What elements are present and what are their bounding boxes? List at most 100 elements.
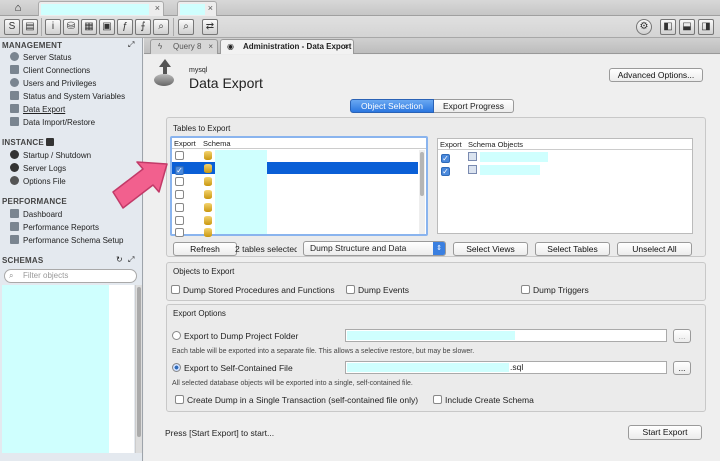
table-row[interactable] xyxy=(175,203,187,213)
sidebar-item-performance-schema-setup[interactable]: Performance Schema Setup xyxy=(10,235,124,247)
database-icon xyxy=(204,190,212,200)
export-checkbox[interactable]: ✓ xyxy=(175,166,184,175)
select-views-button[interactable]: Select Views xyxy=(453,242,528,256)
connection-tab-2[interactable]: × xyxy=(177,1,217,16)
table-row[interactable]: ✓ xyxy=(175,164,187,175)
sidebar-item-variables[interactable]: Status and System Variables xyxy=(10,91,125,103)
table-row[interactable] xyxy=(175,190,187,200)
close-icon[interactable]: × xyxy=(155,3,160,13)
tab-data-export[interactable]: ◉ Administration - Data Export × xyxy=(220,39,354,54)
table-row[interactable]: ✓ xyxy=(441,152,453,163)
toggle-output-icon[interactable]: ⬓ xyxy=(679,19,695,35)
dump-triggers-checkbox[interactable] xyxy=(521,285,530,294)
advanced-options-button[interactable]: Advanced Options... xyxy=(609,68,703,82)
table-row[interactable] xyxy=(175,228,187,238)
sidebar-item-options-file[interactable]: Options File xyxy=(10,176,66,188)
schema-scrollbar[interactable] xyxy=(135,285,142,453)
create-procedure-icon[interactable]: ƒ xyxy=(117,19,133,35)
table-row[interactable]: ✓ xyxy=(441,165,453,176)
dump-triggers-option[interactable]: Dump Triggers xyxy=(521,285,589,295)
inspector-icon[interactable]: i xyxy=(45,19,61,35)
sidebar-item-data-import[interactable]: Data Import/Restore xyxy=(10,117,95,129)
start-export-button[interactable]: Start Export xyxy=(628,425,702,440)
schema-objects-table[interactable]: Export Schema Objects ✓ ✓ xyxy=(437,138,693,234)
include-schema-checkbox[interactable] xyxy=(433,395,442,404)
export-checkbox[interactable] xyxy=(175,177,184,186)
sidebar-item-users[interactable]: Users and Privileges xyxy=(10,78,96,90)
search-table-icon[interactable]: ⌕ xyxy=(153,19,169,35)
dump-events-checkbox[interactable] xyxy=(346,285,355,294)
dashboard-icon xyxy=(10,209,19,218)
database-icon xyxy=(204,203,212,213)
server-subtitle: mysql xyxy=(189,67,208,74)
export-checkbox[interactable] xyxy=(175,190,184,199)
sidebar-item-startup[interactable]: Startup / Shutdown xyxy=(10,150,91,162)
close-icon[interactable]: × xyxy=(208,3,213,13)
close-icon[interactable]: × xyxy=(344,40,349,54)
create-table-icon[interactable]: ▦ xyxy=(81,19,97,35)
dump-mode-select[interactable]: Dump Structure and Data ⇕ xyxy=(303,241,446,256)
new-sql-tab-icon[interactable]: S xyxy=(4,19,20,35)
expand-icon[interactable]: ⤢ xyxy=(128,255,134,265)
tab-object-selection[interactable]: Object Selection xyxy=(350,99,434,113)
export-to-folder-radio[interactable] xyxy=(172,331,181,340)
toggle-secondary-sidebar-icon[interactable]: ◨ xyxy=(698,19,714,35)
single-transaction-checkbox[interactable] xyxy=(175,395,184,404)
unselect-all-button[interactable]: Unselect All xyxy=(617,242,692,256)
sidebar-item-client-connections[interactable]: Client Connections xyxy=(10,65,90,77)
home-icon[interactable]: ⌂ xyxy=(6,2,30,15)
folder-path-input[interactable] xyxy=(345,329,667,342)
create-function-icon[interactable]: ⨍ xyxy=(135,19,151,35)
schema-list[interactable] xyxy=(2,285,134,453)
toggle-sidebar-icon[interactable]: ◧ xyxy=(660,19,676,35)
reports-icon xyxy=(10,222,19,231)
export-checkbox[interactable] xyxy=(175,151,184,160)
export-to-file-option[interactable]: Export to Self-Contained File xyxy=(172,363,293,373)
create-view-icon[interactable]: ▣ xyxy=(99,19,115,35)
export-icon xyxy=(152,59,174,87)
settings-icon[interactable]: ⚙ xyxy=(636,19,652,35)
export-checkbox[interactable] xyxy=(175,216,184,225)
sidebar-item-performance-reports[interactable]: Performance Reports xyxy=(10,222,99,234)
schema-table[interactable]: Export Schema ✓ xyxy=(170,136,428,238)
data-import-icon xyxy=(10,117,19,126)
export-checkbox[interactable]: ✓ xyxy=(441,167,450,176)
connection-tab-label xyxy=(180,4,205,15)
export-checkbox[interactable]: ✓ xyxy=(441,154,450,163)
export-checkbox[interactable] xyxy=(175,228,184,237)
connection-tab-1[interactable]: × xyxy=(38,1,164,16)
browse-folder-button[interactable]: ... xyxy=(673,329,691,343)
export-to-file-radio[interactable] xyxy=(172,363,181,372)
file-path-input[interactable]: .sql xyxy=(345,361,667,374)
reconnect-icon[interactable]: ⇄ xyxy=(202,19,218,35)
dump-routines-checkbox[interactable] xyxy=(171,285,180,294)
table-row[interactable] xyxy=(175,151,187,161)
table-row[interactable] xyxy=(175,177,187,187)
dump-events-option[interactable]: Dump Events xyxy=(346,285,409,295)
select-tables-button[interactable]: Select Tables xyxy=(535,242,610,256)
sidebar-item-data-export[interactable]: Data Export xyxy=(10,104,65,116)
include-schema-option[interactable]: Include Create Schema xyxy=(433,395,534,405)
table-row[interactable] xyxy=(175,216,187,226)
refresh-button[interactable]: Refresh xyxy=(173,242,237,256)
chevron-updown-icon: ⇕ xyxy=(433,242,445,255)
sidebar-item-dashboard[interactable]: Dashboard xyxy=(10,209,62,221)
schema-table-scrollbar[interactable] xyxy=(419,150,425,234)
file-extension: .sql xyxy=(510,362,524,372)
export-checkbox[interactable] xyxy=(175,203,184,212)
sidebar-item-server-status[interactable]: Server Status xyxy=(10,52,71,64)
expand-icon[interactable]: ⤢ xyxy=(128,40,134,50)
tab-query-8[interactable]: ϟ Query 8 × xyxy=(150,39,218,54)
filter-objects-input[interactable]: Filter objects xyxy=(4,269,137,283)
browse-file-button[interactable]: ... xyxy=(673,361,691,375)
export-to-folder-option[interactable]: Export to Dump Project Folder xyxy=(172,331,298,341)
search-icon[interactable]: ⌕ xyxy=(178,19,194,35)
refresh-schemas-icon[interactable]: ↻ xyxy=(116,255,123,264)
tab-export-progress[interactable]: Export Progress xyxy=(434,99,514,113)
dump-routines-option[interactable]: Dump Stored Procedures and Functions xyxy=(171,285,335,295)
close-icon[interactable]: × xyxy=(208,40,213,54)
open-sql-file-icon[interactable]: ▤ xyxy=(22,19,38,35)
sidebar-item-server-logs[interactable]: Server Logs xyxy=(10,163,66,175)
single-transaction-option[interactable]: Create Dump in a Single Transaction (sel… xyxy=(175,395,418,405)
create-schema-icon[interactable]: ⛁ xyxy=(63,19,79,35)
